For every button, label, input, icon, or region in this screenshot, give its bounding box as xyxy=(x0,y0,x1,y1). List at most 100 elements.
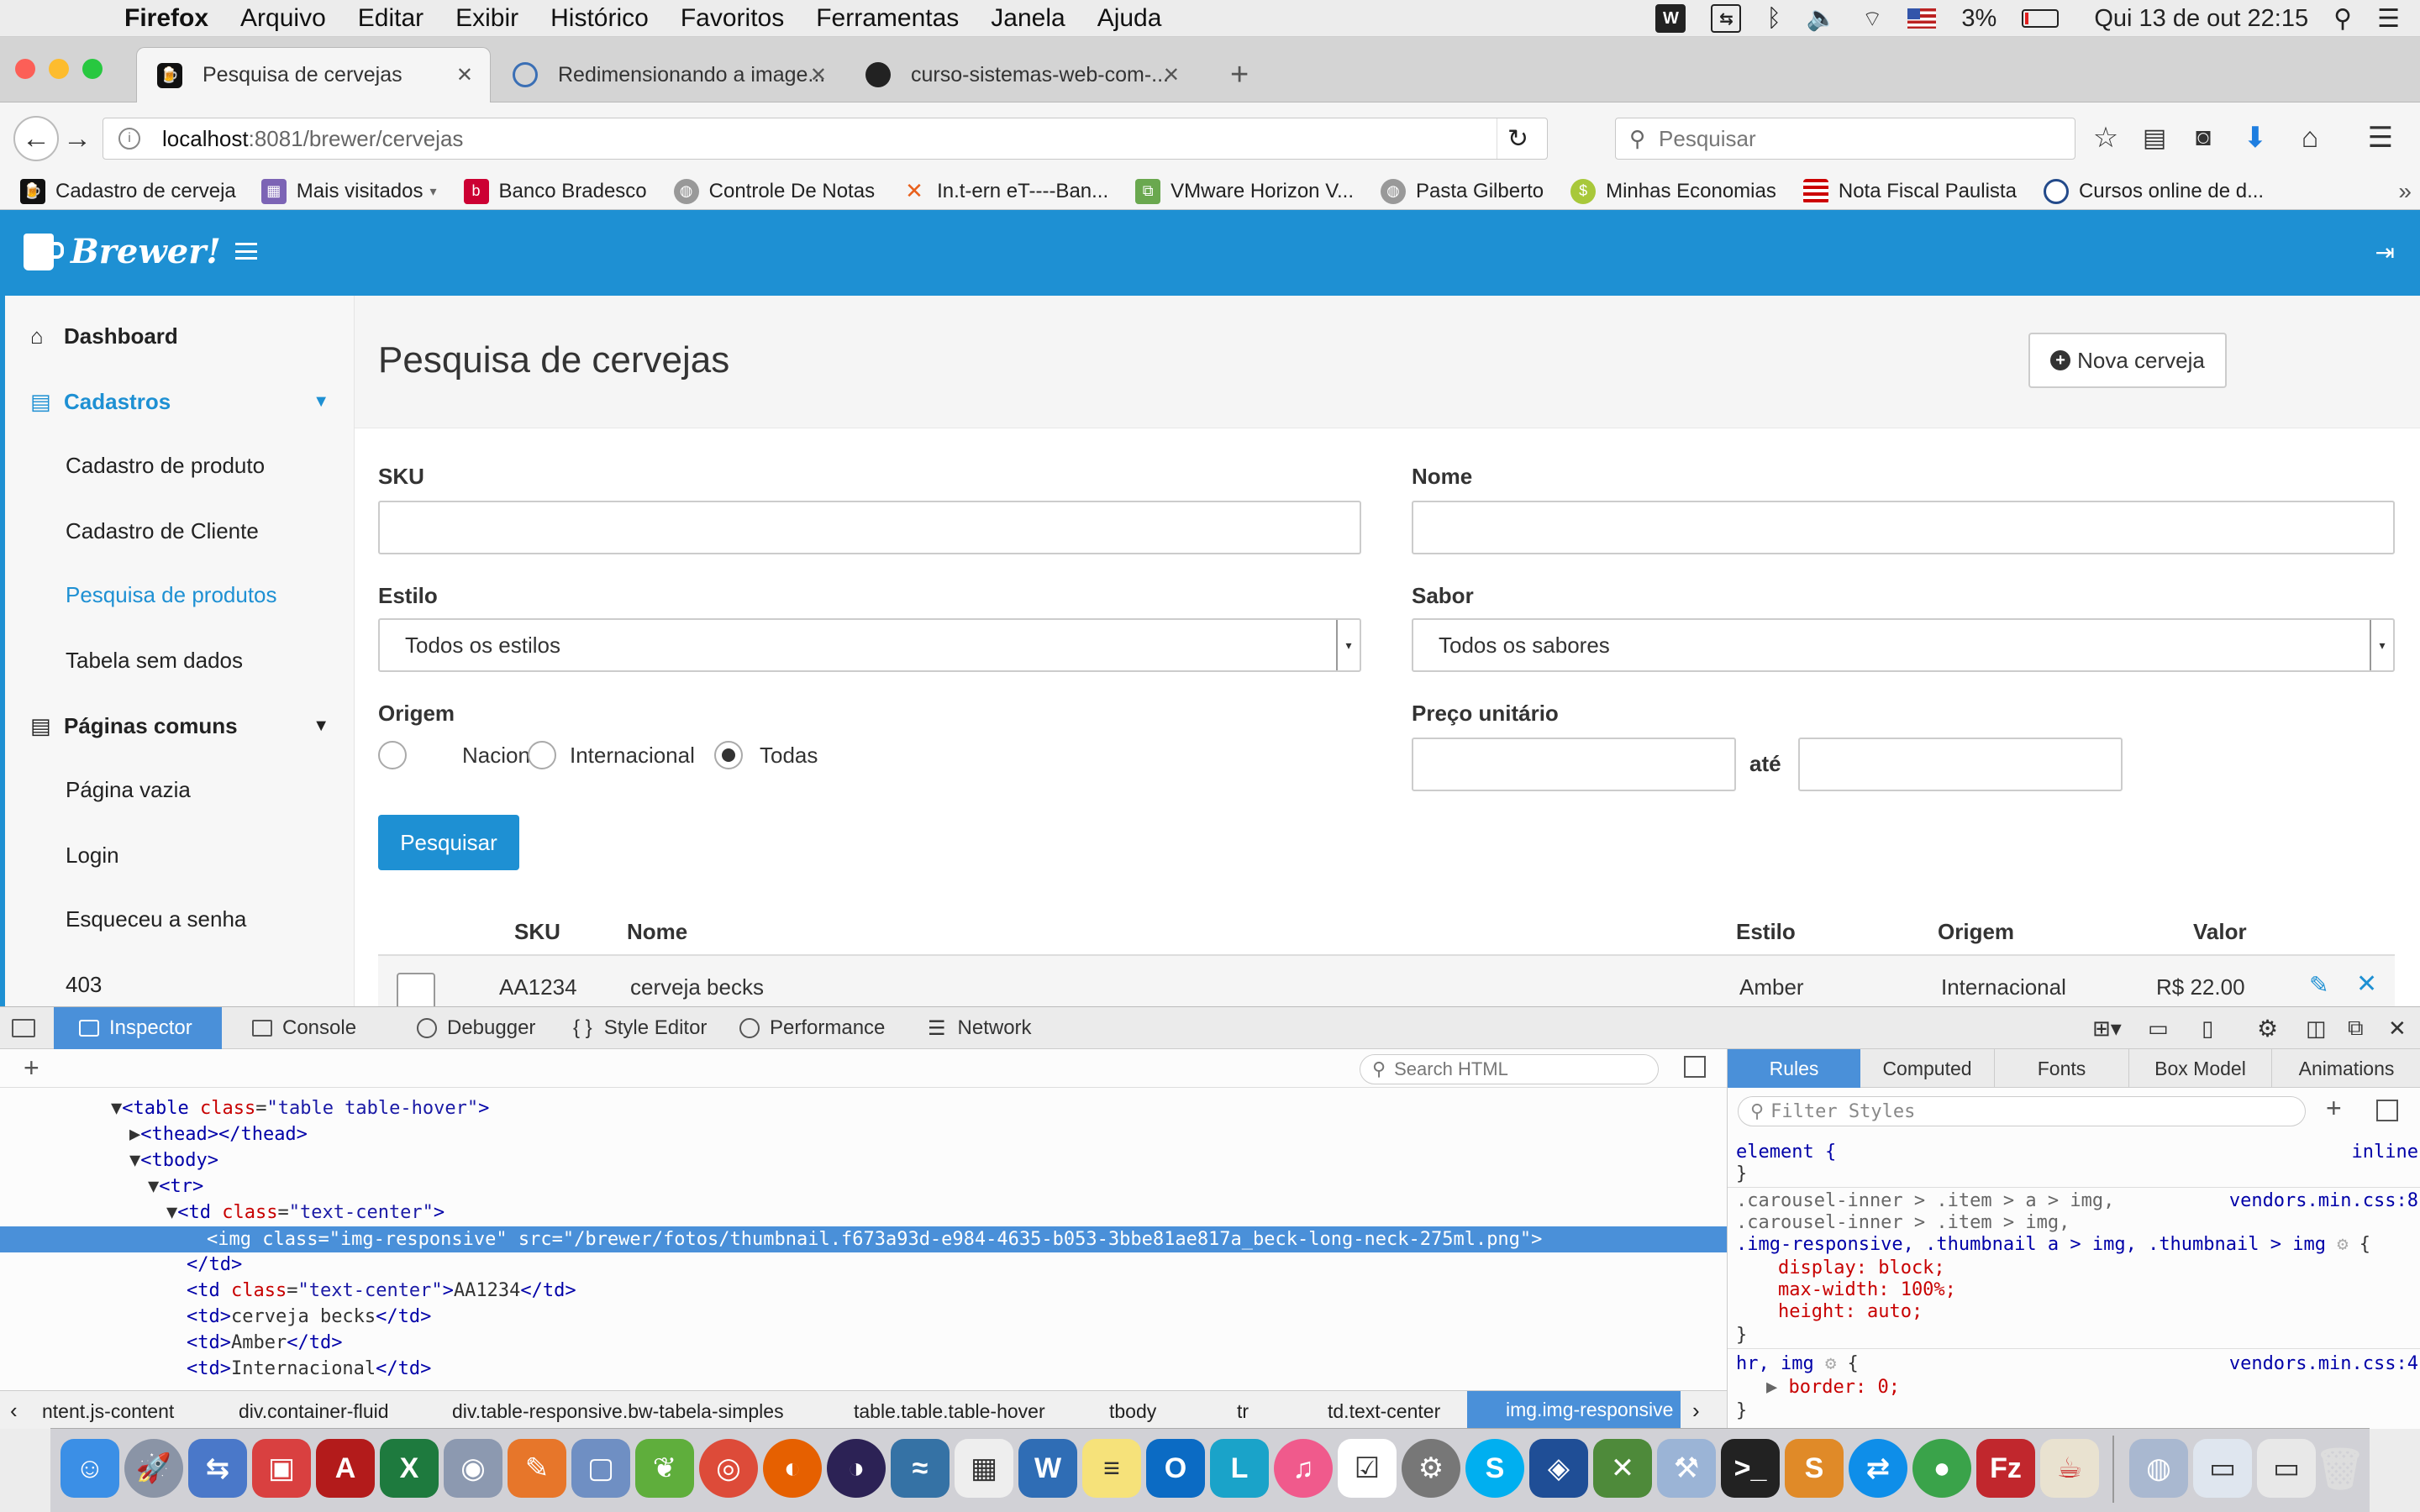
keepassx-icon[interactable]: ✕ xyxy=(1593,1439,1652,1498)
bookmark-cadastro-cerveja[interactable]: 🍺 Cadastro de cerveja xyxy=(20,178,236,204)
tab-close-icon[interactable]: ✕ xyxy=(456,63,473,87)
table-row[interactable]: AA1234 cerveja becks Amber Internacional… xyxy=(378,956,2395,1006)
sidebar-subitem-cadastro-produto[interactable]: Cadastro de produto xyxy=(5,444,355,487)
nova-cerveja-button[interactable]: + Nova cerveja xyxy=(2028,333,2227,388)
reading-list-icon[interactable]: ▤ xyxy=(2138,121,2171,155)
sidebar-subitem-pagina-vazia[interactable]: Página vazia xyxy=(5,768,355,811)
rule-selector-line3[interactable]: .img-responsive, .thumbnail a > img, .th… xyxy=(1736,1234,2370,1255)
rule-element-source[interactable]: inline xyxy=(2352,1142,2418,1163)
firefox-menu-icon[interactable]: ☰ xyxy=(2361,121,2400,155)
menu-app-name[interactable]: Firefox xyxy=(124,4,208,33)
markup-line[interactable]: ▼<td class="text-center"> xyxy=(166,1202,445,1223)
menu-ajuda[interactable]: Ajuda xyxy=(1097,4,1162,33)
rule-selector-line1[interactable]: .carousel-inner > .item > a > img, xyxy=(1736,1190,2114,1211)
wunderlist-tray-icon[interactable]: W xyxy=(1655,4,1686,33)
filter-styles-input[interactable]: ⚲ Filter Styles xyxy=(1738,1096,2306,1126)
delete-x-icon[interactable]: ✕ xyxy=(2356,969,2377,999)
tab-close-icon[interactable]: ✕ xyxy=(1163,63,1180,87)
bookmark-nota-fiscal[interactable]: Nota Fiscal Paulista xyxy=(1802,178,2017,204)
bookmark-pasta-gilberto[interactable]: ◍ Pasta Gilberto xyxy=(1381,178,1544,204)
firefox-icon[interactable]: ◐ xyxy=(763,1439,822,1498)
facetime-icon[interactable]: ● xyxy=(1912,1439,1971,1498)
eclipse-icon[interactable]: ◑ xyxy=(827,1439,886,1498)
col-header-origem[interactable]: Origem xyxy=(1938,919,2014,945)
sidebar-subitem-tabela-sem-dados[interactable]: Tabela sem dados xyxy=(5,638,355,682)
devtools-tab-inspector[interactable]: Inspector xyxy=(54,1007,222,1049)
hamburger-icon[interactable] xyxy=(235,240,257,262)
tab-pesquisa-cervejas[interactable]: 🍺 Pesquisa de cervejas ✕ xyxy=(136,47,491,102)
dock-side-icon[interactable]: ◫ xyxy=(2306,1007,2327,1049)
bookmark-star-icon[interactable]: ☆ xyxy=(2089,121,2123,155)
bookmark-internet-banking[interactable]: ✕ In.t-ern eT----Ban... xyxy=(902,178,1108,204)
pesquisar-button[interactable]: Pesquisar xyxy=(378,815,519,870)
downloads-stack-icon[interactable]: ▭ xyxy=(2193,1439,2252,1498)
menu-editar[interactable]: Editar xyxy=(358,4,424,33)
menu-ferramentas[interactable]: Ferramentas xyxy=(816,4,959,33)
preco-min-input[interactable] xyxy=(1412,738,1736,791)
close-devtools-icon[interactable]: ✕ xyxy=(2388,1007,2407,1049)
new-tab-button[interactable]: + xyxy=(1210,47,1260,102)
downloads-icon[interactable]: ⬇ xyxy=(2238,121,2272,155)
mysql-workbench-icon[interactable]: ≈ xyxy=(891,1439,950,1498)
acrobat-icon[interactable]: A xyxy=(316,1439,375,1498)
toggle-pseudo-class-icon[interactable] xyxy=(2376,1100,2398,1121)
markup-line[interactable]: ▼<table class="table table-hover"> xyxy=(111,1098,489,1119)
info-icon[interactable]: i xyxy=(118,128,140,150)
chevron-more-icon[interactable]: » xyxy=(2398,178,2412,205)
breadcrumb-scroll-left-icon[interactable]: ‹ xyxy=(10,1398,18,1424)
launchpad-icon[interactable]: 🚀 xyxy=(124,1439,183,1498)
lync-icon[interactable]: L xyxy=(1210,1439,1269,1498)
url-bar[interactable]: i localhost:8081/brewer/cervejas ↻ xyxy=(103,118,1548,160)
bookmark-minhas-economias[interactable]: $ Minhas Economias xyxy=(1570,178,1776,204)
notification-center-icon[interactable]: ☰ xyxy=(2377,4,2400,34)
window-close-button[interactable] xyxy=(15,59,35,79)
java-icon[interactable]: ☕ xyxy=(2040,1439,2099,1498)
forward-button[interactable]: → xyxy=(60,119,94,158)
menu-janela[interactable]: Janela xyxy=(991,4,1065,33)
bookmark-banco-bradesco[interactable]: b Banco Bradesco xyxy=(463,178,647,204)
tab-rules[interactable]: Rules xyxy=(1728,1049,1860,1088)
rule-source-link[interactable]: vendors.min.css:8 xyxy=(2229,1190,2418,1211)
markup-line[interactable]: </td> xyxy=(187,1254,242,1275)
nome-input[interactable] xyxy=(1412,501,2395,554)
disk-utility-icon[interactable]: ◍ xyxy=(2129,1439,2188,1498)
radio-internacional[interactable] xyxy=(528,741,556,769)
brand-logo[interactable]: Brewer! xyxy=(24,232,221,271)
sidebar-item-dashboard[interactable]: ⌂ Dashboard xyxy=(5,314,355,358)
calendar-grid-icon[interactable]: ▦ xyxy=(955,1439,1013,1498)
tab-close-icon[interactable]: ✕ xyxy=(810,63,827,87)
system-preferences-icon[interactable]: ⚙ xyxy=(1402,1439,1460,1498)
devtools-tab-console[interactable]: Console xyxy=(252,1007,356,1049)
menu-arquivo[interactable]: Arquivo xyxy=(240,4,326,33)
responsive-mode-icon[interactable]: ▯ xyxy=(2202,1007,2213,1049)
back-button[interactable]: ← xyxy=(13,116,59,161)
breadcrumb-item[interactable]: tr xyxy=(1237,1400,1249,1423)
window-minimize-button[interactable] xyxy=(49,59,69,79)
breadcrumb-item[interactable]: td.text-center xyxy=(1328,1400,1440,1423)
sidebar-item-paginas-comuns[interactable]: ▤ Páginas comuns ▼ xyxy=(5,701,355,751)
devtools-tab-style-editor[interactable]: { } Style Editor xyxy=(573,1007,707,1049)
sku-input[interactable] xyxy=(378,501,1361,554)
col-header-nome[interactable]: Nome xyxy=(627,919,687,945)
sidebar-subitem-login[interactable]: Login xyxy=(5,833,355,877)
documents-stack-icon[interactable]: ▭ xyxy=(2257,1439,2316,1498)
bookmark-controle-notas[interactable]: ◍ Controle De Notas xyxy=(673,178,875,204)
pocket-icon[interactable]: ◙ xyxy=(2186,121,2220,155)
volume-icon[interactable]: 🔈 xyxy=(1807,4,1837,33)
menu-favoritos[interactable]: Favoritos xyxy=(681,4,784,33)
web-search-field[interactable]: ⚲ Pesquisar xyxy=(1615,118,2075,160)
sidebar-subitem-pesquisa-produtos[interactable]: Pesquisa de produtos xyxy=(5,573,355,617)
filezilla-icon[interactable]: Fz xyxy=(1976,1439,2035,1498)
tab-fonts[interactable]: Fonts xyxy=(1995,1049,2129,1088)
undock-icon[interactable]: ⧉ xyxy=(2348,1007,2364,1049)
col-header-valor[interactable]: Valor xyxy=(2193,919,2247,945)
split-console-icon[interactable]: ▭ xyxy=(2148,1007,2169,1049)
sabor-select[interactable]: Todos os sabores ▾ xyxy=(1412,618,2395,672)
radio-nacional[interactable] xyxy=(378,741,407,769)
reminders-icon[interactable]: ☑ xyxy=(1338,1439,1397,1498)
markup-line[interactable]: ▶<thead></thead> xyxy=(129,1124,308,1145)
terminal-icon[interactable]: >_ xyxy=(1721,1439,1780,1498)
markup-line-selected[interactable]: <img class="img-responsive" src="/brewer… xyxy=(0,1226,1727,1252)
presenter-icon[interactable]: ▣ xyxy=(252,1439,311,1498)
sidebar-item-cadastros[interactable]: ▤ Cadastros ▼ xyxy=(5,376,355,427)
